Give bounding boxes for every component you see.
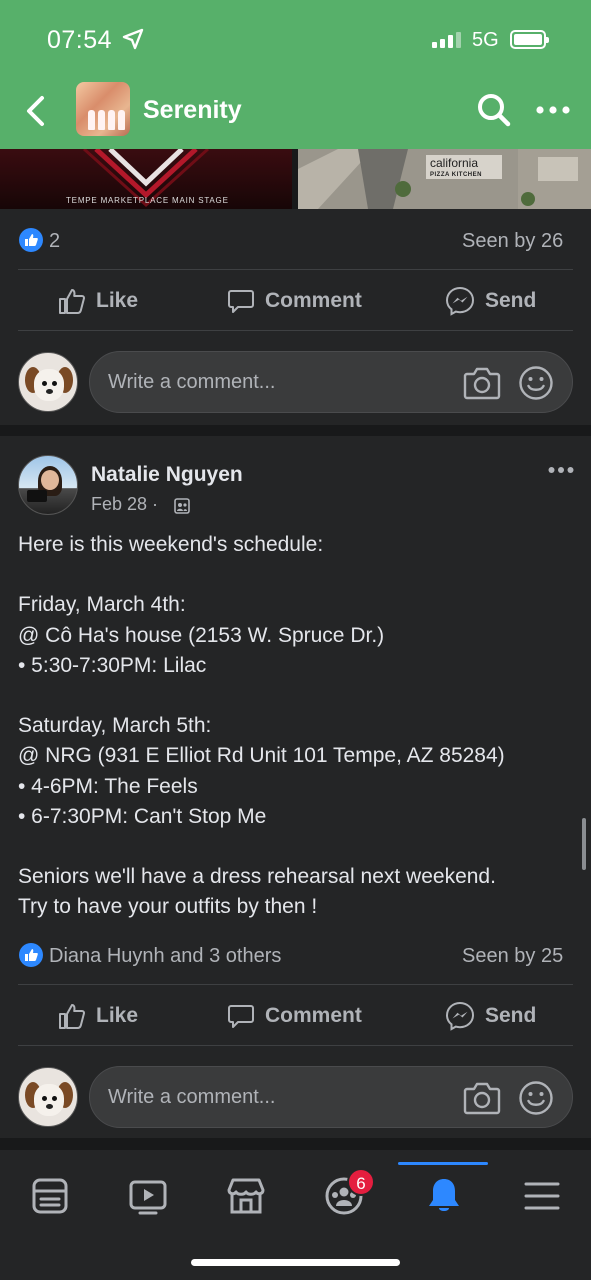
camera-icon[interactable]: [463, 1080, 501, 1116]
cpk-sign: california PIZZA KITCHEN: [426, 155, 502, 179]
scrollbar[interactable]: [582, 818, 586, 870]
marketplace-icon[interactable]: [226, 1176, 266, 1216]
search-icon[interactable]: [476, 92, 512, 128]
user-avatar[interactable]: [18, 1067, 78, 1127]
notifications-icon[interactable]: [424, 1176, 464, 1216]
stage-caption: TEMPE MARKETPLACE MAIN STAGE: [66, 196, 229, 205]
reaction-summary[interactable]: Diana Huynh and 3 others: [49, 945, 281, 968]
comment-button[interactable]: Comment: [227, 281, 362, 321]
messenger-icon: [445, 286, 475, 316]
camera-icon[interactable]: [463, 365, 501, 401]
watch-icon[interactable]: [128, 1176, 168, 1216]
like-reaction-icon: [19, 943, 43, 967]
more-options-icon[interactable]: [536, 106, 570, 114]
network-type: 5G: [472, 29, 499, 51]
comment-icon: [228, 290, 254, 313]
user-avatar[interactable]: [18, 352, 78, 412]
seen-by[interactable]: Seen by 26: [462, 230, 563, 253]
reaction-count[interactable]: 2: [49, 230, 60, 253]
like-icon: [59, 289, 85, 314]
comment-input[interactable]: Write a comment...: [89, 1066, 573, 1128]
active-tab-indicator: [398, 1162, 488, 1165]
groups-notification-badge: 6: [347, 1168, 375, 1196]
messenger-icon: [445, 1001, 475, 1031]
post-more-icon[interactable]: [548, 466, 574, 474]
comment-button[interactable]: Comment: [227, 996, 362, 1036]
divider: [18, 1045, 573, 1046]
signal-icon: [432, 32, 461, 48]
group-audience-icon: [174, 498, 190, 514]
like-button[interactable]: Like: [58, 281, 138, 321]
group-avatar[interactable]: [76, 82, 130, 136]
home-indicator[interactable]: [191, 1259, 400, 1266]
post-text: Here is this weekend's schedule: Friday,…: [18, 533, 505, 919]
emoji-icon[interactable]: [518, 1080, 554, 1116]
back-chevron-icon[interactable]: [22, 94, 50, 128]
emoji-icon[interactable]: [518, 365, 554, 401]
menu-icon[interactable]: [522, 1176, 562, 1216]
battery-icon: [510, 30, 549, 49]
status-time: 07:54: [47, 26, 113, 54]
like-icon: [59, 1004, 85, 1029]
divider: [18, 984, 573, 985]
like-button[interactable]: Like: [58, 996, 138, 1036]
divider: [18, 330, 573, 331]
send-button[interactable]: Send: [445, 281, 536, 321]
comment-placeholder: Write a comment...: [108, 371, 276, 393]
author-name[interactable]: Natalie Nguyen: [91, 463, 243, 487]
divider: [18, 269, 573, 270]
author-avatar[interactable]: [18, 455, 78, 515]
post-image-aerial[interactable]: california PIZZA KITCHEN: [298, 149, 591, 209]
post-footer: 2 Seen by 26 Like Comment Send Write a c…: [0, 209, 591, 425]
comment-icon: [228, 1005, 254, 1028]
comment-placeholder: Write a comment...: [108, 1086, 276, 1108]
group-title[interactable]: Serenity: [143, 96, 242, 125]
send-button[interactable]: Send: [445, 996, 536, 1036]
post-image-stage[interactable]: TEMPE MARKETPLACE MAIN STAGE: [0, 149, 292, 209]
post-date[interactable]: Feb 28 ·: [91, 494, 158, 515]
comment-input[interactable]: Write a comment...: [89, 351, 573, 413]
like-reaction-icon: [19, 228, 43, 252]
group-header: 07:54 5G Serenity: [0, 0, 591, 149]
location-arrow-icon: [122, 28, 144, 50]
feed-icon[interactable]: [30, 1176, 70, 1216]
seen-by[interactable]: Seen by 25: [462, 945, 563, 968]
